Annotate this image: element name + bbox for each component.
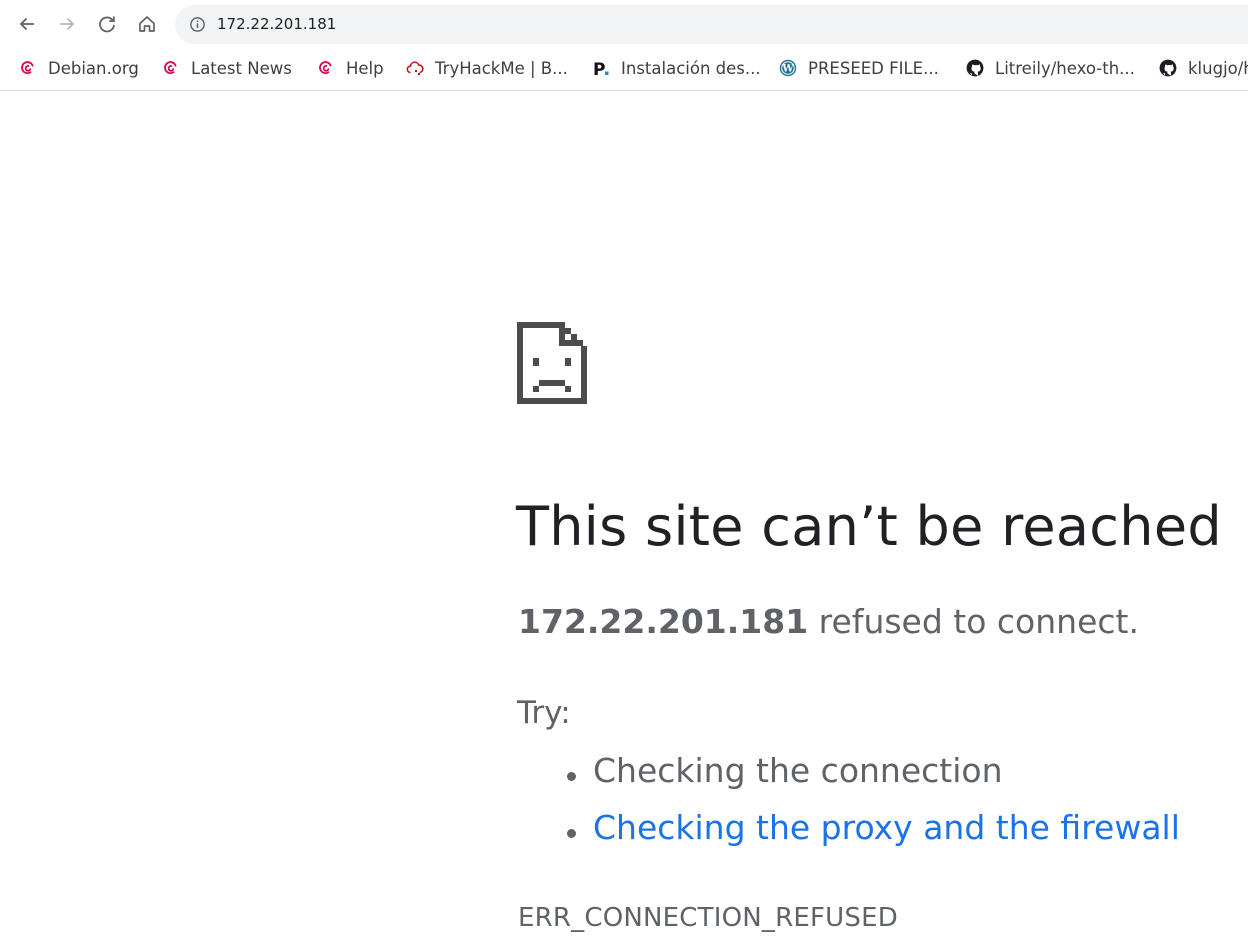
error-code: ERR_CONNECTION_REFUSED <box>518 903 898 933</box>
bookmark-label: TryHackMe | B... <box>435 58 568 78</box>
bookmark-label: PRESEED FILE... <box>808 58 939 78</box>
bookmark-tryhackme[interactable]: TryHackMe | B... <box>406 56 568 80</box>
reload-button[interactable] <box>91 8 123 40</box>
debian-icon <box>19 59 37 77</box>
browser-toolbar: 172.22.201.181 <box>0 0 1248 48</box>
suggestion-check-connection: Checking the connection <box>567 751 1003 790</box>
address-bar[interactable]: 172.22.201.181 <box>175 5 1248 44</box>
bookmark-litreily[interactable]: Litreily/hexo-th... <box>966 56 1135 80</box>
home-button[interactable] <box>131 8 163 40</box>
bookmark-label: Instalación des... <box>621 58 761 78</box>
suggestion-check-proxy-firewall-link[interactable]: Checking the proxy and the firewall <box>567 808 1180 847</box>
github-icon <box>966 59 984 77</box>
bookmark-latest-news[interactable]: Latest News <box>162 56 292 80</box>
wordpress-icon: W <box>779 59 797 77</box>
debian-icon <box>162 59 180 77</box>
bookmark-debian-org[interactable]: Debian.org <box>19 56 139 80</box>
bookmark-klugjo[interactable]: klugjo/h <box>1159 56 1248 80</box>
svg-text:P: P <box>593 60 605 77</box>
bookmark-label: Debian.org <box>48 58 139 78</box>
sad-document-icon <box>517 322 587 404</box>
arrow-right-icon <box>60 17 75 31</box>
p-letter-icon: P <box>592 59 610 77</box>
error-description: 172.22.201.181 refused to connect. <box>518 602 1139 641</box>
forward-button[interactable] <box>51 8 83 40</box>
tryhackme-icon <box>406 59 424 77</box>
svg-text:W: W <box>781 64 794 75</box>
bookmark-label: Latest News <box>191 58 292 78</box>
arrow-left-icon <box>19 17 34 31</box>
bookmark-help[interactable]: Help <box>317 56 384 80</box>
back-button[interactable] <box>11 8 43 40</box>
try-label: Try: <box>517 695 571 731</box>
error-host: 172.22.201.181 <box>518 602 809 641</box>
error-heading: This site can’t be reached <box>516 495 1222 558</box>
bookmark-label: Litreily/hexo-th... <box>995 58 1135 78</box>
bookmark-instalacion[interactable]: P Instalación des... <box>592 56 761 80</box>
bookmark-preseed[interactable]: W PRESEED FILE... <box>779 56 939 80</box>
debian-icon <box>317 59 335 77</box>
home-icon <box>139 16 155 32</box>
error-message: refused to connect. <box>808 602 1139 641</box>
bookmark-label: klugjo/h <box>1188 58 1248 78</box>
address-text[interactable]: 172.22.201.181 <box>217 15 336 33</box>
bookmark-label: Help <box>346 58 384 78</box>
reload-icon <box>99 16 115 33</box>
info-icon[interactable] <box>189 16 206 33</box>
github-icon <box>1159 59 1177 77</box>
bookmarks-bar: Debian.org Latest News Help TryHackMe | … <box>0 48 1248 91</box>
